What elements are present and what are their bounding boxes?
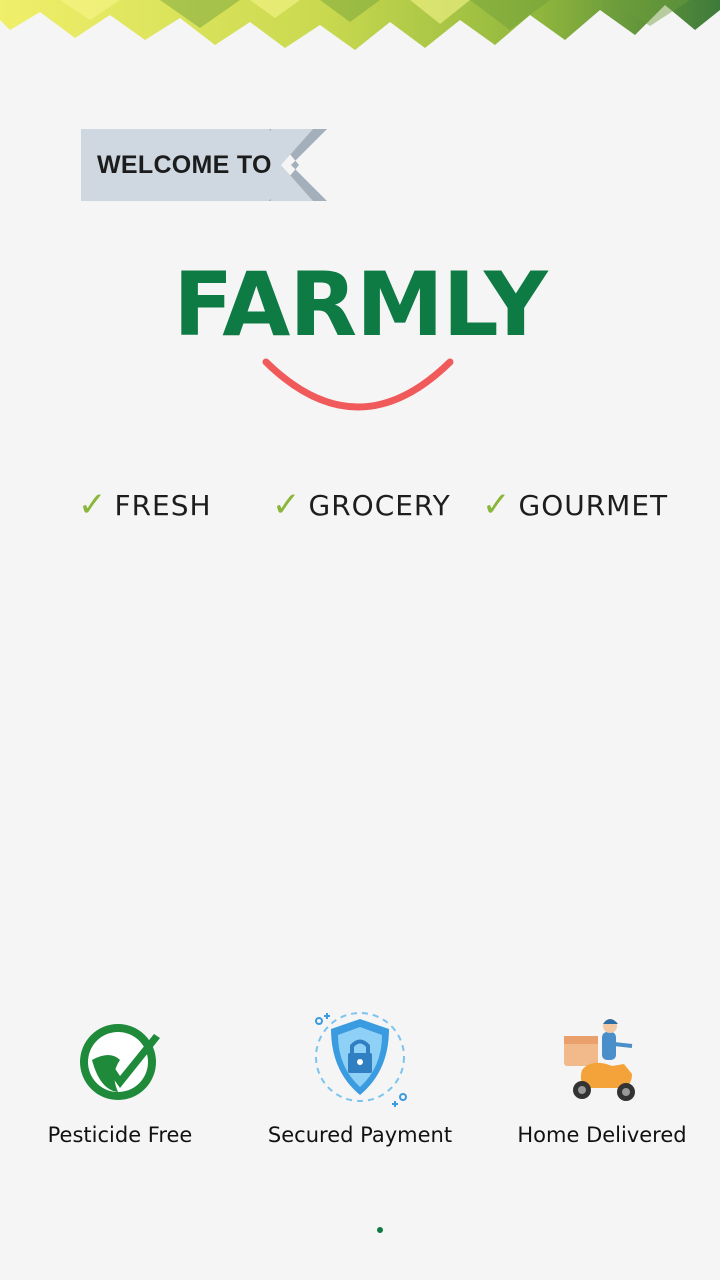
feature-fresh: ✓ FRESH bbox=[78, 480, 212, 530]
brand-name: FARMLY bbox=[173, 253, 548, 356]
badge-label: Home Delivered bbox=[517, 1123, 687, 1147]
loading-indicator bbox=[377, 1227, 383, 1233]
delivery-scooter-icon bbox=[564, 1019, 635, 1101]
feature-gourmet: ✓ GOURMET bbox=[482, 480, 668, 530]
shield-lock-icon bbox=[315, 1012, 407, 1107]
feature-grocery: ✓ GROCERY bbox=[272, 480, 451, 530]
badge-label: Secured Payment bbox=[267, 1123, 453, 1147]
brand-logo: FARMLY bbox=[0, 250, 720, 360]
welcome-label: WELCOME TO bbox=[97, 151, 272, 179]
feature-label: FRESH bbox=[114, 488, 212, 522]
feature-label: GROCERY bbox=[308, 488, 451, 522]
leaf-check-icon bbox=[80, 1024, 160, 1100]
badge-home-delivered: Home Delivered bbox=[492, 1005, 712, 1147]
check-icon: ✓ bbox=[272, 485, 301, 525]
top-pattern-banner bbox=[0, 0, 720, 50]
features-row: ✓ FRESH ✓ GROCERY ✓ GOURMET bbox=[0, 480, 720, 530]
check-icon: ✓ bbox=[78, 485, 107, 525]
feature-label: GOURMET bbox=[518, 488, 669, 522]
smile-arc bbox=[262, 358, 454, 411]
badge-pesticide-free: Pesticide Free bbox=[10, 1005, 230, 1147]
badge-label: Pesticide Free bbox=[47, 1123, 193, 1147]
welcome-ribbon: WELCOME TO bbox=[81, 129, 327, 201]
check-icon: ✓ bbox=[482, 485, 511, 525]
badge-secured-payment: Secured Payment bbox=[250, 1005, 470, 1147]
